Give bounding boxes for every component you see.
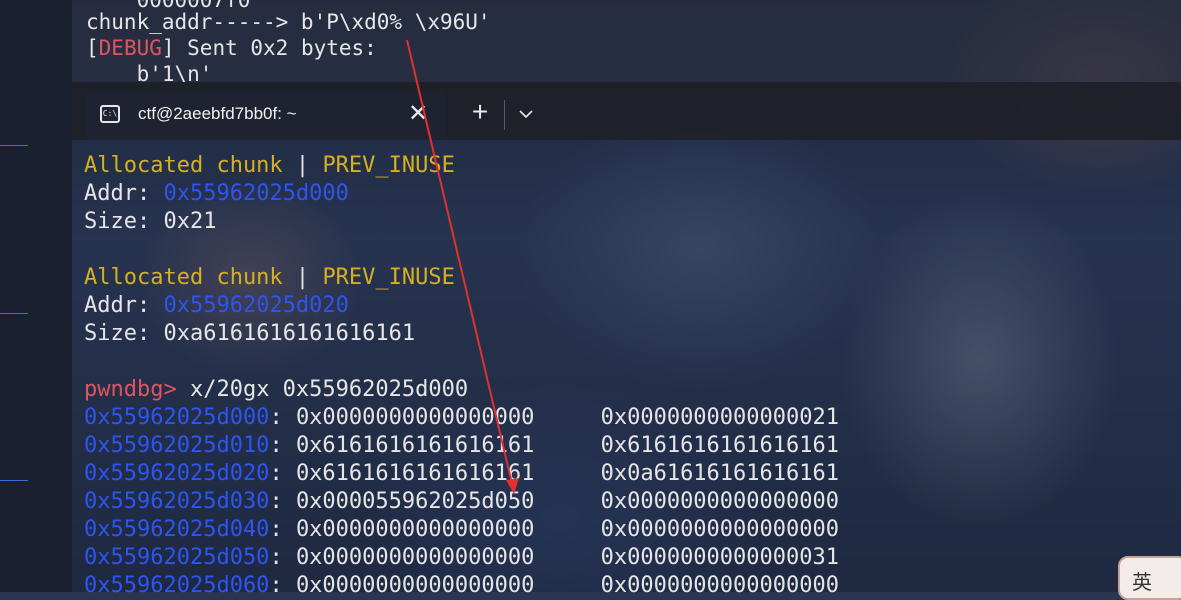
memory-value: 0x0000000000000000 [600,573,840,598]
chunk-flag: PREV_INUSE [322,265,455,290]
memory-row: 0x55962025d060: 0x0000000000000000 0x000… [84,572,1174,600]
chunk-address: 0x55962025d020 [163,293,349,318]
chunk-status: Allocated chunk [84,265,283,290]
memory-value: 0x0000000000000000 [600,489,840,514]
divider [0,480,28,481]
tab-title: ctf@2aeebfd7bb0f: ~ [138,104,297,123]
chunk-header: Allocated chunk | PREV_INUSE [84,152,1174,180]
memory-value: 0x0000000000000000 [295,517,535,542]
colon: : [269,461,296,486]
memory-address: 0x55962025d030 [84,489,270,514]
memory-value: 0x000055962025d050 [295,489,535,514]
background-terminal[interactable]: 0000007f0 chunk_addr-----> b'P\xd0% \x96… [72,0,1181,86]
size-label: Size: [84,209,164,234]
colon: : [269,433,296,458]
memory-address: 0x55962025d050 [84,545,270,570]
memory-row: 0x55962025d020: 0x6161616161616161 0x0a6… [84,460,1174,488]
debug-line: [DEBUG] Sent 0x2 bytes: [86,34,377,62]
divider [0,313,28,314]
new-tab-button[interactable]: + [464,98,496,130]
memory-row: 0x55962025d040: 0x0000000000000000 0x000… [84,516,1174,544]
chunk-size-line: Size: 0xa6161616161616161 [84,320,1174,348]
memory-row: 0x55962025d030: 0x000055962025d050 0x000… [84,488,1174,516]
separator: | [282,265,323,290]
colon: : [269,573,296,598]
colon: : [269,405,296,430]
memory-value: 0x6161616161616161 [295,461,535,486]
size-label: Size: [84,321,164,346]
memory-address: 0x55962025d020 [84,461,270,486]
chunk-flag: PREV_INUSE [322,153,455,178]
chevron-down-icon [519,110,533,119]
terminal-window[interactable]: C:\ ctf@2aeebfd7bb0f: ~ ✕ + Allocated ch… [72,82,1181,598]
debug-message: ] Sent 0x2 bytes: [161,36,377,60]
memory-address: 0x55962025d060 [84,573,270,598]
chunk-addr-line: Addr: 0x55962025d000 [84,180,1174,208]
memory-address: 0x55962025d000 [84,405,270,430]
memory-value: 0x6161616161616161 [600,433,840,458]
chunk-size: 0xa6161616161616161 [163,321,416,346]
memory-row: 0x55962025d010: 0x6161616161616161 0x616… [84,432,1174,460]
divider [504,100,505,130]
memory-value: 0x0000000000000031 [600,545,840,570]
debug-tag: DEBUG [98,36,162,60]
memory-value: 0x0a61616161616161 [600,461,840,486]
tab-ctf-shell[interactable]: C:\ ctf@2aeebfd7bb0f: ~ ✕ [86,92,446,140]
chunk-addr-line: Addr: 0x55962025d020 [84,292,1174,320]
terminal-output[interactable]: Allocated chunk | PREV_INUSE Addr: 0x559… [84,152,1174,600]
divider [0,145,28,146]
memory-value: 0x0000000000000000 [600,517,840,542]
chunk-header: Allocated chunk | PREV_INUSE [84,264,1174,292]
tab-dropdown-button[interactable] [512,100,540,128]
colon: : [269,545,296,570]
colon: : [269,489,296,514]
command-text: x/20gx 0x55962025d000 [176,377,469,402]
memory-row: 0x55962025d050: 0x0000000000000000 0x000… [84,544,1174,572]
memory-address: 0x55962025d040 [84,517,270,542]
separator: | [282,153,323,178]
title-bar[interactable]: C:\ ctf@2aeebfd7bb0f: ~ ✕ + [72,82,1181,140]
memory-row: 0x55962025d000: 0x0000000000000000 0x000… [84,404,1174,432]
prompt-line: pwndbg> x/20gx 0x55962025d000 [84,376,1174,404]
background-window-edge [0,0,72,592]
chunk-address: 0x55962025d000 [163,181,349,206]
memory-value: 0x0000000000000021 [600,405,840,430]
close-tab-button[interactable]: ✕ [404,100,432,128]
memory-value: 0x0000000000000000 [295,573,535,598]
terminal-line: chunk_addr-----> b'P\xd0% \x96U' [86,10,491,34]
chunk-size-line: Size: 0x21 [84,208,1174,236]
memory-value: 0x6161616161616161 [295,433,535,458]
memory-value: 0x0000000000000000 [295,545,535,570]
ime-indicator[interactable]: 英 [1118,556,1181,600]
colon: : [269,517,296,542]
memory-dump: 0x55962025d000: 0x0000000000000000 0x000… [84,404,1174,600]
memory-address: 0x55962025d010 [84,433,270,458]
addr-label: Addr: [84,293,164,318]
ime-label: 英 [1132,570,1152,594]
chunk-status: Allocated chunk [84,153,283,178]
pwndbg-prompt: pwndbg> [84,377,177,402]
bracket: [ [86,36,99,60]
addr-label: Addr: [84,181,164,206]
terminal-icon: C:\ [100,105,120,123]
chunk-size: 0x21 [163,209,217,234]
memory-value: 0x0000000000000000 [295,405,535,430]
